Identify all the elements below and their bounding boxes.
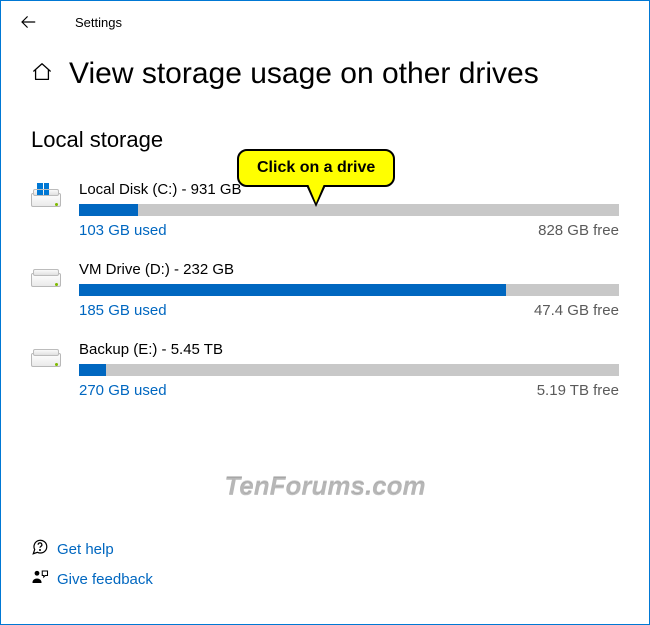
give-feedback-link[interactable]: Give feedback [31,568,153,590]
watermark: TenForums.com [224,471,425,502]
help-icon [31,538,57,560]
page-header: View storage usage on other drives [1,39,649,101]
page-title: View storage usage on other drives [69,57,539,91]
drive-title: VM Drive (D:) - 232 GB [79,261,619,278]
title-bar: Settings [1,1,649,39]
get-help-label: Get help [57,541,114,558]
drive-title: Backup (E:) - 5.45 TB [79,341,619,358]
app-title: Settings [75,15,122,30]
get-help-link[interactable]: Get help [31,538,153,560]
used-label: 185 GB used [79,302,167,319]
free-label: 47.4 GB free [534,302,619,319]
drive-item[interactable]: VM Drive (D:) - 232 GB 185 GB used 47.4 … [31,253,619,333]
back-button[interactable] [19,13,47,31]
drive-icon [31,261,65,289]
drive-list: Local Disk (C:) - 931 GB 103 GB used 828… [1,173,649,413]
free-label: 828 GB free [538,222,619,239]
usage-bar-fill [79,204,138,216]
give-feedback-label: Give feedback [57,571,153,588]
drive-icon [31,341,65,369]
used-label: 103 GB used [79,222,167,239]
free-label: 5.19 TB free [537,382,619,399]
usage-bar [79,284,619,296]
usage-bar [79,364,619,376]
drive-icon [31,181,65,209]
usage-bar-fill [79,284,506,296]
used-label: 270 GB used [79,382,167,399]
usage-bar-fill [79,364,106,376]
drive-item[interactable]: Backup (E:) - 5.45 TB 270 GB used 5.19 T… [31,333,619,413]
footer-links: Get help Give feedback [31,530,153,598]
home-icon[interactable] [31,61,53,88]
feedback-icon [31,568,57,590]
usage-bar [79,204,619,216]
annotation-callout: Click on a drive [237,149,395,187]
